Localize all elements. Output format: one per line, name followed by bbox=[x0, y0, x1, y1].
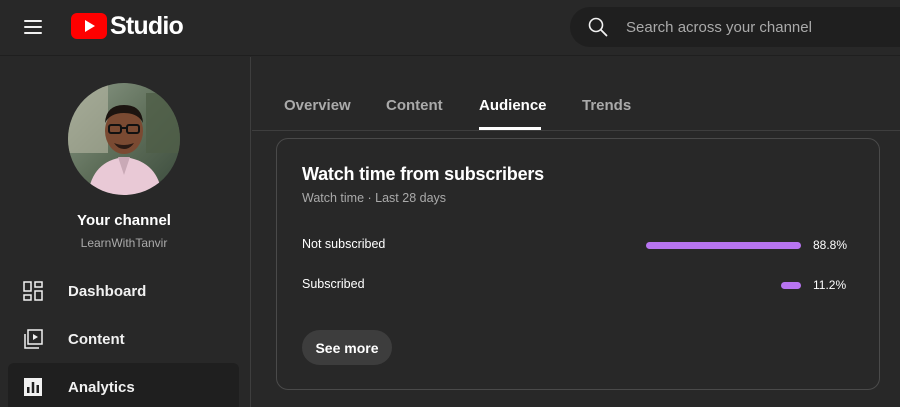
search-icon[interactable] bbox=[588, 17, 608, 37]
top-bar: Studio bbox=[0, 0, 900, 56]
bar-not-subscribed bbox=[645, 242, 801, 249]
analytics-tabs: Overview Content Audience Trends bbox=[252, 57, 900, 131]
row-value-subscribed: 11.2% bbox=[813, 278, 847, 292]
channel-title: Your channel bbox=[77, 212, 171, 229]
avatar-photo bbox=[68, 83, 180, 195]
sidebar-item-label: Analytics bbox=[68, 378, 135, 396]
search-input[interactable] bbox=[626, 7, 900, 47]
row-label-not-subscribed: Not subscribed bbox=[302, 237, 386, 251]
analytics-icon bbox=[24, 378, 42, 396]
see-more-button[interactable]: See more bbox=[302, 330, 392, 365]
active-tab-indicator bbox=[479, 127, 541, 130]
tab-overview[interactable]: Overview bbox=[284, 97, 351, 114]
row-label-subscribed: Subscribed bbox=[302, 277, 365, 291]
sidebar-item-dashboard[interactable]: Dashboard bbox=[8, 267, 239, 315]
card-title: Watch time from subscribers bbox=[302, 164, 544, 184]
main-content: Overview Content Audience Trends Watch t… bbox=[252, 57, 900, 407]
studio-logo[interactable]: Studio bbox=[71, 11, 184, 40]
sidebar-item-content[interactable]: Content bbox=[8, 315, 239, 363]
watch-time-card: Watch time from subscribers Watch time ·… bbox=[276, 138, 880, 390]
tab-trends[interactable]: Trends bbox=[582, 97, 631, 114]
menu-icon[interactable] bbox=[22, 16, 46, 40]
sidebar-item-label: Dashboard bbox=[68, 282, 147, 300]
card-subtitle: Watch time · Last 28 days bbox=[302, 191, 447, 205]
sidebar-item-label: Content bbox=[68, 330, 125, 348]
sidebar: Your channel LearnWithTanvir Dashboard C… bbox=[0, 57, 251, 407]
channel-avatar[interactable] bbox=[68, 83, 180, 195]
sidebar-item-analytics[interactable]: Analytics bbox=[8, 363, 239, 407]
youtube-logo-icon bbox=[71, 13, 107, 39]
tab-audience[interactable]: Audience bbox=[479, 97, 547, 114]
content-icon bbox=[24, 329, 43, 349]
row-value-not-subscribed: 88.8% bbox=[813, 238, 848, 252]
logo-text: Studio bbox=[110, 11, 184, 40]
tab-content[interactable]: Content bbox=[386, 97, 443, 114]
channel-handle: LearnWithTanvir bbox=[80, 236, 168, 250]
bar-subscribed bbox=[781, 282, 801, 289]
dashboard-icon bbox=[23, 281, 43, 301]
search-bar[interactable] bbox=[570, 7, 900, 47]
